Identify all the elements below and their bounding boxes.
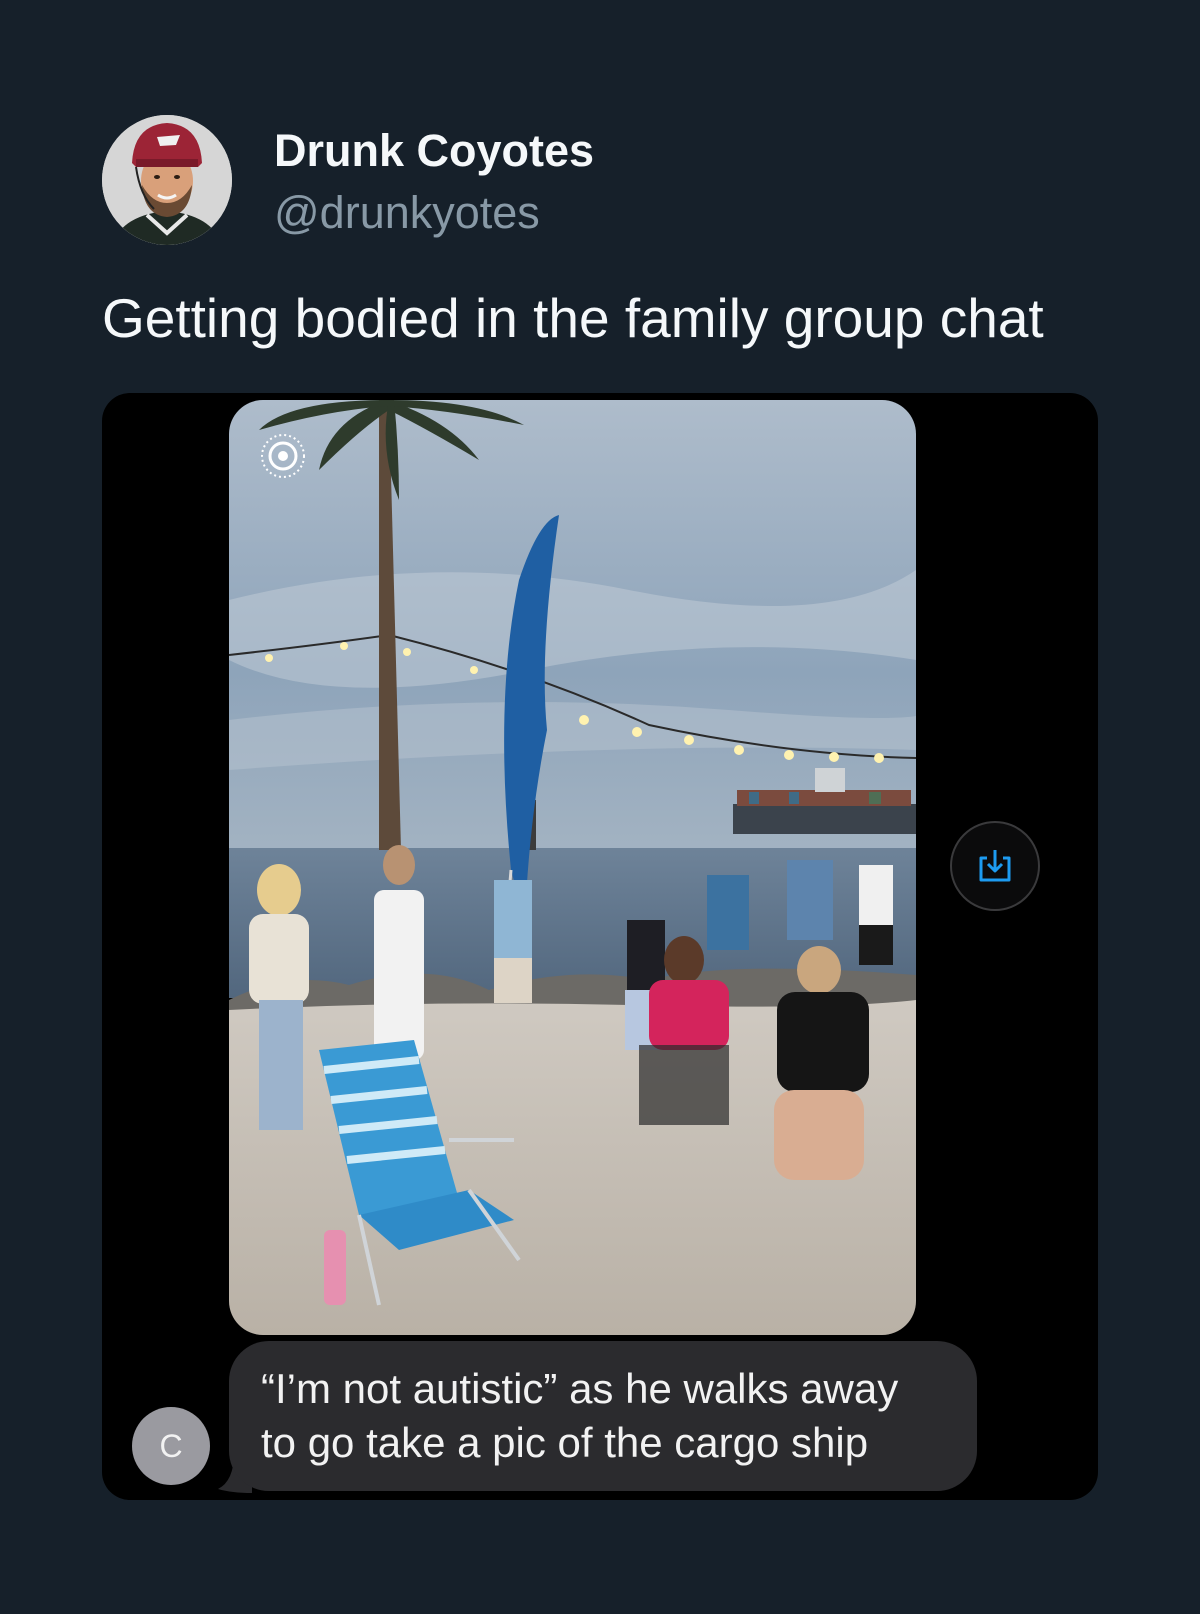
tweet-text: Getting bodied in the family group chat — [102, 287, 1044, 349]
sender-avatar[interactable]: C — [132, 1407, 210, 1485]
hockey-player-avatar-icon — [102, 115, 232, 245]
author-display-name[interactable]: Drunk Coyotes — [274, 125, 594, 177]
download-icon — [979, 850, 1011, 882]
beach-photo[interactable] — [229, 400, 916, 1335]
save-photo-button[interactable] — [950, 821, 1040, 911]
live-photo-icon[interactable] — [259, 432, 307, 480]
beach-scene-image — [229, 400, 916, 1335]
author-avatar[interactable] — [102, 115, 232, 245]
author-handle[interactable]: @drunkyotes — [274, 187, 540, 239]
tweet-card: Drunk Coyotes @drunkyotes Getting bodied… — [0, 0, 1200, 1614]
message-bubble: “I’m not autistic” as he walks away to g… — [229, 1341, 977, 1491]
message-line-2: to go take a pic of the cargo ship — [261, 1419, 869, 1466]
media-card[interactable]: “I’m not autistic” as he walks away to g… — [102, 393, 1098, 1500]
message-line-1: “I’m not autistic” as he walks away — [261, 1365, 899, 1412]
